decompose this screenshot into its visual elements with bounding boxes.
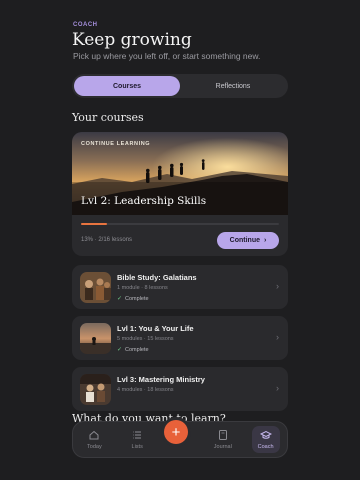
course-thumbnail bbox=[80, 272, 111, 303]
check-icon: ✓ bbox=[117, 347, 123, 353]
eyebrow-label: COACH bbox=[73, 22, 98, 28]
course-thumbnail bbox=[80, 374, 111, 405]
continue-button[interactable]: Continue › bbox=[217, 232, 279, 249]
tab-journal-label: Journal bbox=[213, 444, 232, 450]
progress-bar bbox=[81, 223, 279, 225]
home-icon bbox=[89, 430, 99, 440]
list-icon bbox=[133, 431, 142, 439]
course-item-meta: 5 modules · 15 lessons bbox=[117, 336, 174, 342]
chevron-right-icon: › bbox=[276, 332, 279, 342]
course-thumbnail bbox=[80, 323, 111, 354]
progress-text: 13% · 2/16 lessons bbox=[81, 237, 133, 243]
tab-coach[interactable]: Coach bbox=[244, 422, 287, 457]
journal-icon bbox=[218, 430, 227, 440]
tab-coach-label: Coach bbox=[257, 444, 274, 450]
check-icon: ✓ bbox=[117, 296, 123, 302]
course-item-status: ✓ Complete bbox=[117, 295, 149, 303]
chevron-right-icon: › bbox=[276, 281, 279, 291]
chevron-right-icon: › bbox=[263, 237, 267, 244]
tab-journal[interactable]: Journal bbox=[201, 422, 244, 457]
add-button[interactable]: + bbox=[164, 420, 188, 444]
tab-courses[interactable]: Courses bbox=[74, 76, 180, 96]
tab-today-label: Today bbox=[87, 444, 102, 450]
course-item-meta: 1 module · 8 lessons bbox=[117, 285, 168, 291]
tab-lists[interactable]: Lists bbox=[116, 422, 159, 457]
course-item-title: Lvl 1: You & Your Life bbox=[117, 324, 194, 333]
course-item-status-label: Complete bbox=[125, 295, 149, 302]
page-subtitle: Pick up where you left off, or start som… bbox=[73, 51, 261, 61]
course-item[interactable]: Bible Study: Galatians 1 module · 8 less… bbox=[72, 265, 288, 309]
course-item-status: ✓ Complete bbox=[117, 346, 149, 354]
course-item-status-label: Complete bbox=[125, 346, 149, 353]
course-item-title: Bible Study: Galatians bbox=[117, 273, 197, 282]
continue-learning-card[interactable]: CONTINUE LEARNING Lvl 2: Leadership Skil… bbox=[72, 132, 288, 256]
course-item[interactable]: Lvl 3: Mastering Ministry 4 modules · 18… bbox=[72, 367, 288, 411]
continue-learning-tag: CONTINUE LEARNING bbox=[81, 141, 151, 147]
tab-coach-highlight: Coach bbox=[251, 426, 280, 453]
progress-fill bbox=[81, 223, 107, 225]
course-item-title: Lvl 3: Mastering Ministry bbox=[117, 375, 205, 384]
chevron-right-icon: › bbox=[276, 383, 279, 393]
course-item[interactable]: Lvl 1: You & Your Life 5 modules · 15 le… bbox=[72, 316, 288, 360]
tab-reflections[interactable]: Reflections bbox=[180, 76, 286, 96]
segmented-control: Courses Reflections bbox=[72, 74, 288, 98]
tab-today[interactable]: Today bbox=[73, 422, 116, 457]
graduation-cap-icon bbox=[259, 430, 272, 439]
continue-button-label: Continue bbox=[229, 237, 260, 244]
section-heading-your-courses: Your courses bbox=[72, 111, 144, 124]
plus-icon: + bbox=[171, 423, 181, 441]
course-title: Lvl 2: Leadership Skills bbox=[81, 195, 207, 207]
course-item-meta: 4 modules · 18 lessons bbox=[117, 387, 174, 393]
tab-lists-label: Lists bbox=[131, 444, 143, 450]
page-title: Keep growing bbox=[72, 30, 192, 50]
